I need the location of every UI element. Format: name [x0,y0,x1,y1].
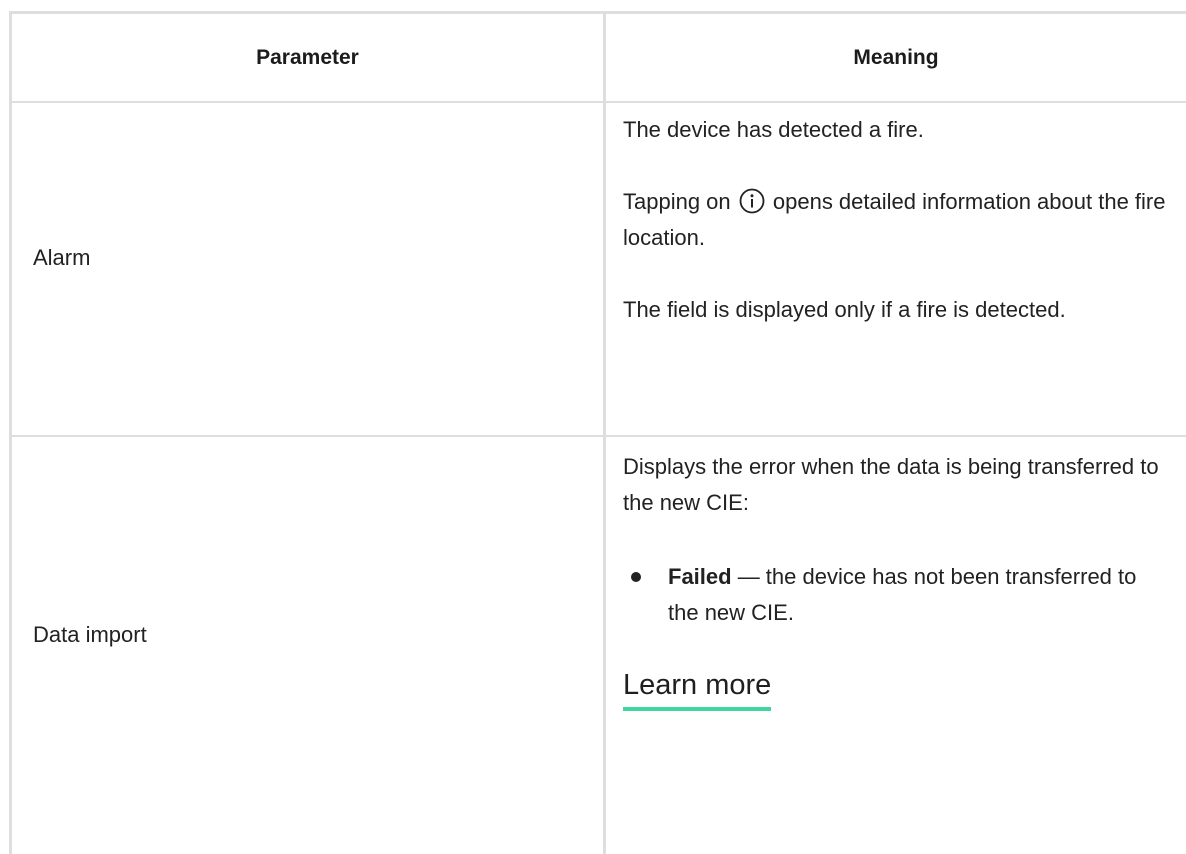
header-meaning: Meaning [853,45,939,69]
row-data-import-parameter: Data import [12,426,603,843]
bullet-list: Failed — the device has not been transfe… [623,559,1166,631]
parameter-label: Data import [33,621,147,647]
meaning-paragraph: The device has detected a fire. [623,117,924,142]
header-parameter: Parameter [256,45,359,69]
row-alarm-parameter: Alarm [12,92,603,424]
row-data-import-meaning: Displays the error when the data is bein… [606,449,1186,711]
meaning-text: Tapping on [623,189,737,214]
meaning-paragraph: The field is displayed only if a fire is… [623,297,1066,322]
bullet-term: Failed [668,564,732,589]
info-icon[interactable] [739,188,765,214]
bullet-dot-icon [631,572,641,582]
row-alarm-meaning: The device has detected a fire. Tapping … [606,112,1186,364]
meaning-paragraph: Tapping on opens detailed information ab… [623,184,1166,256]
meaning-paragraph: Displays the error when the data is bein… [623,454,1159,515]
bullet-text: — the device has not been transferred to… [668,564,1137,625]
list-item: Failed — the device has not been transfe… [623,559,1166,631]
parameter-label: Alarm [33,245,91,270]
learn-more-link[interactable]: Learn more [623,665,772,711]
